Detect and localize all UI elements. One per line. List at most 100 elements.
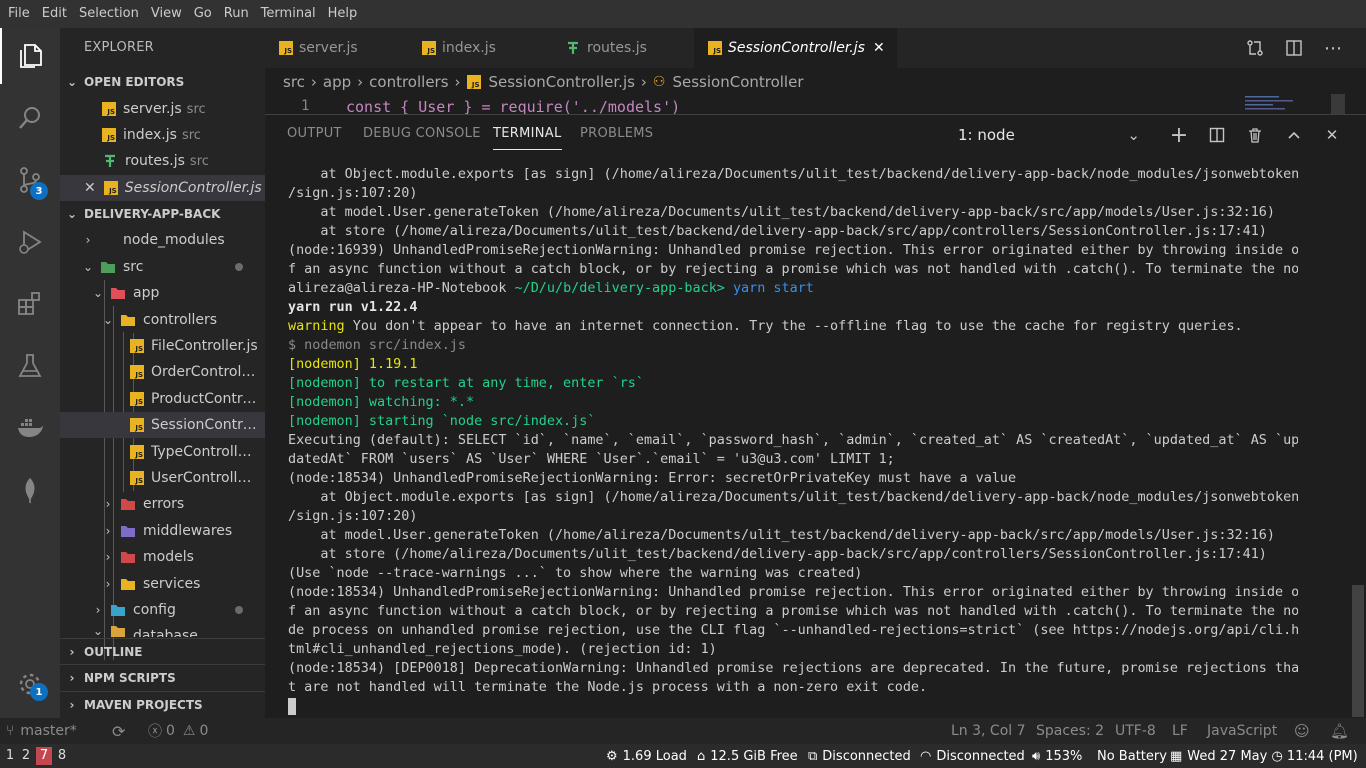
prompt-user: alireza@alireza-HP-Notebook [288, 281, 507, 296]
terminal-line: /sign.js:107:20) [288, 507, 1298, 526]
system-bar: 1 2 7 8 ⚙ 1.69 Load ⌂ 12.5 GiB Free ⧉ Disco… [0, 744, 1366, 768]
branch-status[interactable]: ⑂ master* [6, 718, 77, 744]
close-panel-icon[interactable]: ✕ [1320, 123, 1344, 147]
breadcrumb-symbol[interactable]: SessionController [672, 73, 803, 91]
folder-node-modules[interactable]: › node_modules [60, 227, 265, 253]
tab-session-controller[interactable]: JS SessionController.js ✕ [694, 28, 897, 68]
folder-config[interactable]: › config [60, 597, 265, 623]
chevron-down-icon: ⌄ [66, 207, 78, 221]
explorer-activity[interactable] [0, 28, 60, 84]
compare-icon[interactable] [1244, 37, 1266, 59]
workspace-8[interactable]: 8 [54, 747, 70, 765]
js-file-icon: JS [130, 392, 144, 406]
menu-help[interactable]: Help [322, 0, 364, 28]
sync-icon[interactable]: ⟳ [112, 718, 125, 744]
feedback-icon[interactable]: ☺ [1294, 718, 1310, 744]
folder-controllers[interactable]: ⌄ controllers [60, 307, 265, 333]
mongodb-activity[interactable] [0, 462, 60, 518]
cursor-position[interactable]: Ln 3, Col 7 [951, 718, 1026, 744]
tab-routes-js[interactable]: routes.js [551, 28, 694, 68]
terminal-text: at model.User.generateToken (/home/alire… [288, 528, 1275, 543]
scm-badge: 3 [30, 182, 48, 200]
menu-run[interactable]: Run [218, 0, 255, 28]
terminal-text: /sign.js:107:20) [288, 509, 418, 524]
testing-activity[interactable] [0, 338, 60, 394]
tab-debug-console[interactable]: DEBUG CONSOLE [363, 126, 481, 141]
open-editor-item[interactable]: JS index.js src [60, 122, 265, 148]
outline-header[interactable]: › OUTLINE [60, 638, 265, 664]
menu-file[interactable]: File [2, 0, 36, 28]
minimap[interactable] [1245, 94, 1345, 114]
problems-status[interactable]: ⓧ 0 ⚠ 0 [148, 718, 208, 744]
file-session-controller[interactable]: JS SessionController.js [60, 412, 265, 438]
terminal-scrollbar[interactable] [1352, 585, 1364, 717]
terminal-line: at model.User.generateToken (/home/alire… [288, 203, 1298, 222]
extensions-activity[interactable] [0, 276, 60, 332]
open-editor-item[interactable]: JS server.js src [60, 96, 265, 122]
terminal-output[interactable]: at Object.module.exports [as sign] (/hom… [288, 165, 1298, 697]
tab-index-js[interactable]: JS index.js [408, 28, 551, 68]
menu-view[interactable]: View [145, 0, 188, 28]
language-mode[interactable]: JavaScript [1207, 718, 1277, 744]
middlewares-folder-icon [120, 523, 136, 539]
indentation[interactable]: Spaces: 2 [1036, 718, 1104, 744]
prompt-command: yarn start [732, 281, 814, 296]
close-icon[interactable]: ✕ [84, 180, 96, 196]
trash-icon[interactable] [1243, 123, 1267, 147]
open-editor-item[interactable]: routes.js src [60, 148, 265, 174]
menu-terminal[interactable]: Terminal [255, 0, 322, 28]
modified-dot [235, 263, 243, 271]
folder-errors[interactable]: › errors [60, 491, 265, 517]
search-activity[interactable] [0, 90, 60, 146]
menu-go[interactable]: Go [188, 0, 218, 28]
split-editor-icon[interactable] [1283, 37, 1305, 59]
breadcrumb-src[interactable]: src [283, 73, 305, 91]
project-header[interactable]: ⌄ DELIVERY-APP-BACK [60, 201, 265, 227]
new-terminal-icon[interactable]: + [1167, 123, 1191, 148]
debug-icon [19, 230, 42, 254]
file-product-controller[interactable]: JS ProductController.js [60, 386, 265, 412]
more-actions-icon[interactable]: ⋯ [1322, 37, 1344, 59]
bell-icon[interactable]: 🔔︎ [1330, 718, 1349, 744]
open-editors-header[interactable]: ⌄ OPEN EDITORS [60, 69, 265, 95]
maven-projects-header[interactable]: › MAVEN PROJECTS [60, 691, 265, 717]
workspace-2[interactable]: 2 [18, 747, 34, 765]
tab-output[interactable]: OUTPUT [287, 126, 342, 141]
workspace-7[interactable]: 7 [36, 747, 52, 765]
line-ending[interactable]: LF [1172, 718, 1188, 744]
run-debug-activity[interactable] [0, 214, 60, 270]
npm-scripts-header[interactable]: › NPM SCRIPTS [60, 664, 265, 690]
wifi-icon: ◠ [920, 748, 932, 764]
open-editor-item-active[interactable]: ✕ JS SessionController.js [60, 175, 265, 201]
file-type-controller[interactable]: JS TypeController.js [60, 439, 265, 465]
split-terminal-icon[interactable] [1205, 123, 1229, 147]
tab-problems[interactable]: PROBLEMS [580, 126, 653, 141]
terminal-select[interactable]: 1: node ⌄ [950, 124, 1150, 146]
chevron-up-icon[interactable] [1282, 123, 1306, 147]
tab-server-js[interactable]: JS server.js [265, 28, 408, 68]
breadcrumb-file[interactable]: SessionController.js [489, 73, 635, 91]
source-control-activity[interactable]: 3 [0, 152, 60, 208]
file-file-controller[interactable]: JS FileController.js [60, 333, 265, 359]
file-order-controller[interactable]: JS OrderController.js [60, 359, 265, 385]
manage-activity[interactable]: 1 [0, 656, 60, 712]
menu-edit[interactable]: Edit [36, 0, 73, 28]
breadcrumb-app[interactable]: app [323, 73, 351, 91]
models-folder-icon [120, 549, 136, 565]
tab-terminal[interactable]: TERMINAL [493, 126, 562, 150]
menu-selection[interactable]: Selection [73, 0, 145, 28]
folder-services[interactable]: › services [60, 571, 265, 597]
close-tab-icon[interactable]: ✕ [873, 40, 885, 56]
folder-app[interactable]: ⌄ app [60, 280, 265, 306]
volume[interactable]: 🔊︎ 153% [1032, 744, 1082, 768]
folder-database[interactable]: ⌄ database [60, 623, 265, 637]
folder-models[interactable]: › models [60, 544, 265, 570]
folder-src[interactable]: ⌄ src [60, 254, 265, 280]
code-editor[interactable]: 1 const { User } = require('../models') [265, 96, 1366, 114]
encoding[interactable]: UTF-8 [1115, 718, 1156, 744]
file-user-controller[interactable]: JS UserController.js [60, 465, 265, 491]
folder-middlewares[interactable]: › middlewares [60, 518, 265, 544]
docker-activity[interactable] [0, 400, 60, 456]
breadcrumb-controllers[interactable]: controllers [369, 73, 448, 91]
workspace-1[interactable]: 1 [2, 747, 18, 765]
